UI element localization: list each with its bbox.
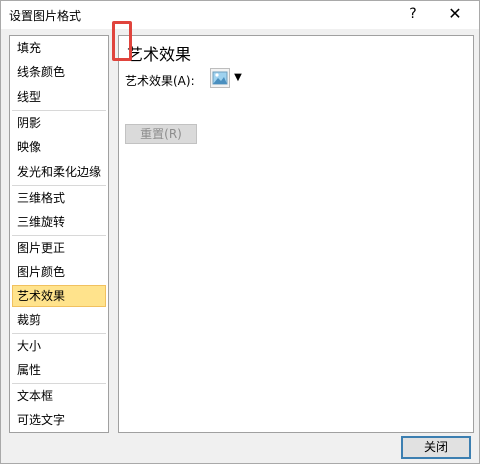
sidebar-item-picture-corrections[interactable]: 图片更正	[12, 237, 106, 259]
help-button[interactable]: ?	[399, 3, 427, 25]
sidebar-item-glow-soft-edges[interactable]: 发光和柔化边缘	[12, 161, 106, 183]
sidebar-item-artistic-effects[interactable]: 艺术效果	[12, 285, 106, 307]
sidebar-divider	[12, 383, 106, 384]
sidebar-divider	[12, 235, 106, 236]
sidebar-item-line-style[interactable]: 线型	[12, 86, 106, 108]
reset-button: 重置(R)	[125, 124, 197, 144]
sidebar-item-text-box[interactable]: 文本框	[12, 385, 106, 407]
title-bar: 设置图片格式 ? ✕	[1, 1, 479, 29]
sidebar-item-alt-text[interactable]: 可选文字	[12, 409, 106, 431]
sidebar-divider	[12, 333, 106, 334]
annotation-highlight-box	[112, 21, 132, 61]
sidebar-item-size[interactable]: 大小	[12, 335, 106, 357]
artistic-effect-label: 艺术效果(A):	[125, 74, 195, 88]
sidebar-item-3d-format[interactable]: 三维格式	[12, 187, 106, 209]
sidebar-item-picture-color[interactable]: 图片颜色	[12, 261, 106, 283]
dialog-title: 设置图片格式	[9, 9, 82, 23]
artistic-effect-picker[interactable]: ▼	[210, 68, 246, 88]
sidebar-item-fill[interactable]: 填充	[12, 37, 106, 59]
sidebar-item-properties[interactable]: 属性	[12, 359, 106, 381]
category-sidebar: 填充 线条颜色 线型 阴影 映像 发光和柔化边缘 三维格式 三维旋转 图片更正 …	[9, 35, 109, 433]
sidebar-item-reflection[interactable]: 映像	[12, 136, 106, 158]
close-window-icon[interactable]: ✕	[441, 3, 469, 25]
sidebar-item-shadow[interactable]: 阴影	[12, 112, 106, 134]
artistic-effect-preview-icon[interactable]	[210, 68, 230, 88]
section-title: 艺术效果	[127, 45, 192, 64]
sidebar-item-line-color[interactable]: 线条颜色	[12, 61, 106, 83]
sidebar-divider	[12, 110, 106, 111]
sidebar-divider	[12, 185, 106, 186]
close-button[interactable]: 关闭	[401, 436, 471, 459]
dropdown-arrow-icon[interactable]: ▼	[230, 68, 246, 88]
sidebar-item-crop[interactable]: 裁剪	[12, 309, 106, 331]
settings-panel: 艺术效果 艺术效果(A): ▼ 重置(R)	[118, 35, 474, 433]
sidebar-item-3d-rotation[interactable]: 三维旋转	[12, 211, 106, 233]
format-picture-dialog: 设置图片格式 ? ✕ 填充 线条颜色 线型 阴影 映像 发光和柔化边缘 三维格式…	[0, 0, 480, 464]
